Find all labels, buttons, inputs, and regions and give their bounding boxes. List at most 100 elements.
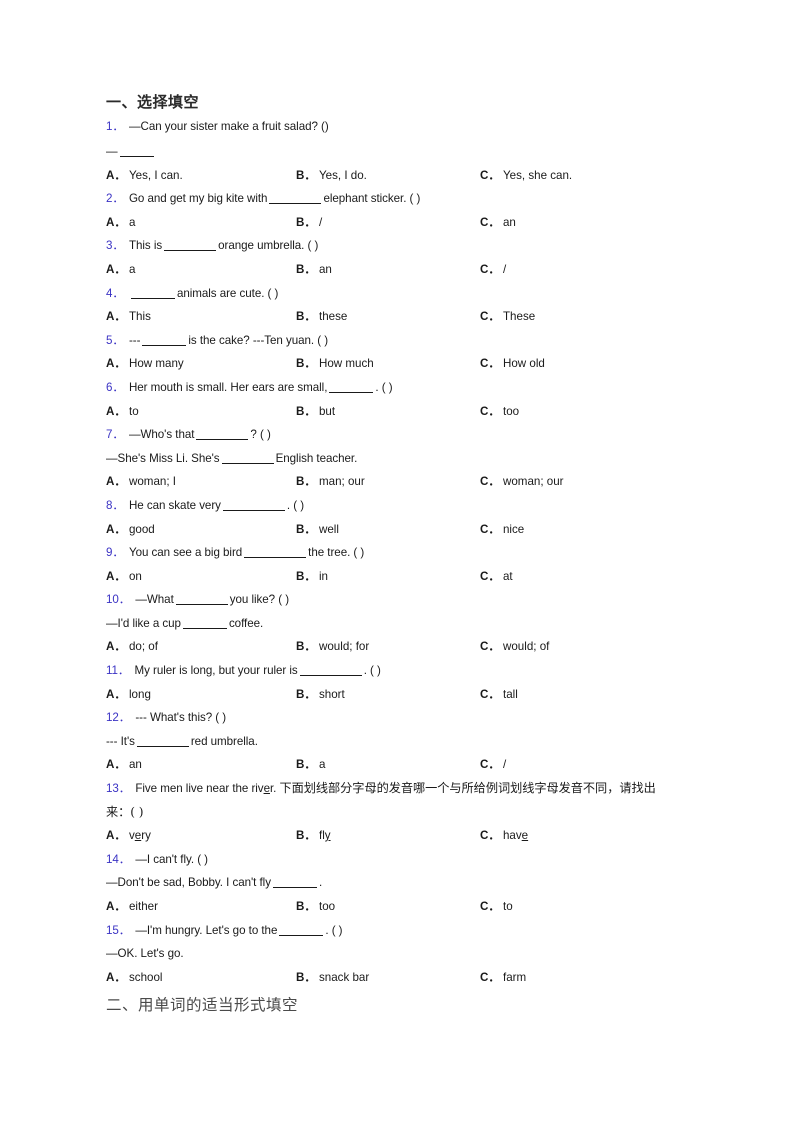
fill-blank[interactable] [130,287,175,299]
question-stem: 5． --- is the cake? ---Ten yuan. ( ) [106,329,681,353]
option-row: A． either B． too C． to [106,895,681,919]
fill-blank[interactable] [279,924,324,936]
question-text-tail: elephant sticker. ( ) [323,192,421,206]
question-text-tail: . ( ) [325,923,343,937]
option-b[interactable]: B． snack bar [296,966,480,990]
fill-blank[interactable] [164,239,217,252]
underlined-letter: y [324,829,331,843]
option-c[interactable]: C． How old [480,352,545,376]
option-letter: C． [480,404,500,418]
option-a[interactable]: A． very [106,824,296,848]
option-c[interactable]: C． an [480,211,516,235]
option-c[interactable]: C． to [480,895,513,919]
question-stem: 10． —What you like? ( ) [106,588,681,612]
option-b[interactable]: B． a [296,753,480,777]
fill-blank[interactable] [272,876,317,889]
option-a[interactable]: A． a [106,258,296,282]
option-c[interactable]: C． Yes, she can. [480,164,572,188]
option-b[interactable]: B． man; our [296,470,480,494]
option-b[interactable]: B． short [296,683,480,707]
option-row: A． to B． but C． too [106,400,681,424]
option-a[interactable]: A． woman; I [106,470,296,494]
option-b[interactable]: B． would; for [296,635,480,659]
option-letter: C． [480,168,500,182]
option-a[interactable]: A． to [106,400,296,424]
option-text: a [128,262,136,276]
option-b[interactable]: B． fly [296,824,480,848]
option-a[interactable]: A． good [106,518,296,542]
option-c[interactable]: C． have [480,824,528,848]
option-a[interactable]: A． on [106,565,296,589]
option-c[interactable]: C． too [480,400,519,424]
option-b[interactable]: B． / [296,211,480,235]
option-a[interactable]: A． a [106,211,296,235]
fill-blank[interactable] [221,452,274,464]
option-text: good [128,522,155,536]
question-stem: 3． This is orange umbrella. ( ) [106,234,681,258]
option-letter: A． [106,829,126,843]
question-number: 8． [106,498,124,512]
option-a[interactable]: A． an [106,753,296,777]
option-a[interactable]: A． school [106,966,296,990]
fill-blank[interactable] [222,499,285,511]
question-number: 6． [106,380,124,394]
option-c[interactable]: C． woman; our [480,470,564,494]
option-letter: C． [480,357,500,371]
option-text: at [502,569,513,583]
document-body: 一、选择填空 1． —Can your sister make a fruit s… [106,92,681,1018]
option-b[interactable]: B． well [296,518,480,542]
option-text: Yes, I can. [128,168,183,182]
option-text: do; of [128,640,158,654]
fill-blank[interactable] [269,192,322,205]
option-c[interactable]: C． nice [480,518,524,542]
option-a[interactable]: A． How many [106,352,296,376]
option-c[interactable]: C． These [480,305,535,329]
option-a[interactable]: A． This [106,305,296,329]
option-a[interactable]: A． either [106,895,296,919]
question-sub-text: —She's Miss Li. She's [106,451,220,465]
option-b[interactable]: B． but [296,400,480,424]
question-number: 1． [106,120,124,133]
option-text: but [318,404,336,418]
option-row: A． Yes, I can. B． Yes, I do. C． Yes, she ca… [106,164,681,188]
question-text: —I can't fly. ( ) [135,852,208,866]
question-stem: 6． Her mouth is small. Her ears are small… [106,376,681,400]
question-text-tail: the tree. ( ) [308,546,365,560]
option-b[interactable]: B． How much [296,352,480,376]
option-c[interactable]: C． farm [480,966,526,990]
option-a[interactable]: A． Yes, I can. [106,164,296,188]
option-b[interactable]: B． an [296,258,480,282]
option-c[interactable]: C． / [480,258,506,282]
question-sub-tail: English teacher. [275,451,358,465]
option-letter: B． [296,168,316,182]
fill-blank[interactable] [175,593,228,606]
option-letter: B． [296,970,316,984]
fill-blank[interactable] [329,381,374,393]
option-a[interactable]: A． long [106,683,296,707]
option-row: A． very B． fly C． have [106,824,681,848]
option-row: A． woman; I B． man; our C． woman; our [106,470,681,494]
option-text: snack bar [318,970,370,984]
fill-blank[interactable] [299,664,362,677]
option-c[interactable]: C． / [480,753,506,777]
option-letter: C． [480,569,500,583]
fill-blank[interactable] [119,145,154,157]
fill-blank[interactable] [142,334,187,346]
option-letter: B． [296,215,316,229]
option-b[interactable]: B． these [296,305,480,329]
fill-blank[interactable] [182,617,227,629]
option-b[interactable]: B． too [296,895,480,919]
question-text: You can see a big bird [128,546,243,560]
option-a[interactable]: A． do; of [106,635,296,659]
fill-blank[interactable] [136,735,189,747]
fill-blank[interactable] [196,428,249,441]
option-b[interactable]: B． in [296,565,480,589]
option-c[interactable]: C． would; of [480,635,549,659]
fill-blank[interactable] [244,546,307,559]
option-c[interactable]: C． tall [480,683,518,707]
question-number: 15． [106,923,131,937]
option-b[interactable]: B． Yes, I do. [296,164,480,188]
question-stem: 9． You can see a big bird the tree. ( ) [106,541,681,565]
option-c[interactable]: C． at [480,565,513,589]
dash-mark: — [106,144,118,158]
